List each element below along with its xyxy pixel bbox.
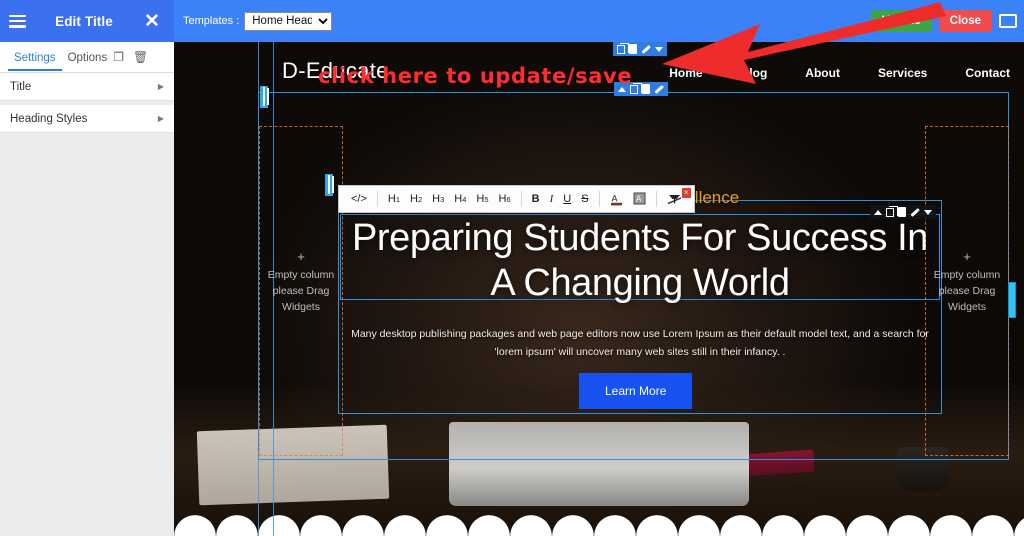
widget-toolbar-header[interactable] — [613, 42, 667, 56]
add-widget-icon[interactable]: + — [926, 249, 1008, 265]
strikethrough-button[interactable]: S — [576, 193, 593, 205]
editor-topbar: Templates : Home Header Update Close — [174, 0, 1024, 42]
toolbar-separator — [376, 191, 378, 207]
editor-sidebar: Edit Title ✕ Settings Options ❐ 🗑 Title … — [0, 0, 174, 536]
highlight-color-icon[interactable]: A — [628, 192, 651, 206]
nav-item-blog[interactable]: Blog — [741, 66, 768, 80]
columns-icon[interactable] — [260, 86, 268, 108]
empty-column-label: Empty column please Drag Widgets — [267, 269, 335, 313]
duplicate-icon[interactable]: ❐ — [113, 51, 124, 63]
delete-icon[interactable] — [629, 44, 637, 54]
annotation-text: click here to update/save — [318, 64, 633, 88]
nav-item-services[interactable]: Services — [878, 66, 927, 80]
heading-4-button[interactable]: H4 — [449, 193, 471, 205]
page-builder-app: Edit Title ✕ Settings Options ❐ 🗑 Title … — [0, 0, 1024, 536]
duplicate-icon[interactable] — [617, 42, 629, 54]
nav-item-contact[interactable]: Contact — [965, 66, 1010, 80]
toolbar-separator — [655, 191, 657, 207]
sidebar-title: Edit Title — [55, 13, 113, 29]
heading-3-button[interactable]: H3 — [427, 193, 449, 205]
rich-text-toolbar[interactable]: </> H1 H2 H3 H4 H5 H6 B I U S A A × — [325, 174, 695, 213]
chevron-right-icon: ▶ — [157, 82, 164, 91]
site-nav: Home Blog About Services Contact — [669, 66, 1010, 80]
add-widget-icon[interactable]: + — [260, 249, 342, 265]
source-code-button[interactable]: </> — [346, 193, 372, 205]
toolbar-separator — [598, 191, 600, 207]
sidebar-body: Title ▶ Heading Styles ▶ — [0, 73, 174, 536]
svg-text:A: A — [611, 194, 617, 204]
toolbar-separator — [520, 191, 522, 207]
italic-button[interactable]: I — [545, 193, 559, 205]
more-dropdown-icon[interactable] — [924, 209, 932, 215]
sidebar-header: Edit Title ✕ — [0, 0, 174, 42]
edit-icon[interactable] — [910, 207, 920, 217]
edit-icon[interactable] — [641, 44, 651, 54]
hero-subtext[interactable]: Many desktop publishing packages and web… — [340, 325, 940, 362]
monitor-icon[interactable] — [999, 14, 1017, 28]
tab-options[interactable]: Options — [62, 45, 114, 70]
hero-headline[interactable]: Preparing Students For Success In A Chan… — [340, 216, 940, 306]
more-dropdown-icon[interactable] — [655, 46, 663, 52]
sidebar-item-label: Title — [10, 80, 32, 93]
delete-icon[interactable] — [642, 84, 650, 94]
sidebar-tab-icons: ❐ 🗑 — [113, 51, 194, 63]
columns-glyph — [328, 175, 330, 194]
chevron-right-icon: ▶ — [157, 114, 164, 123]
move-up-icon[interactable] — [874, 209, 882, 215]
scalloped-divider — [174, 502, 1024, 536]
column-resize-handle[interactable] — [1008, 282, 1016, 318]
heading-1-button[interactable]: H1 — [383, 193, 405, 205]
columns-icon[interactable] — [325, 174, 333, 196]
nav-item-home[interactable]: Home — [669, 66, 702, 80]
tab-settings[interactable]: Settings — [8, 45, 62, 71]
duplicate-icon[interactable] — [886, 205, 898, 217]
topbar-actions: Update Close — [870, 10, 1018, 32]
heading-5-button[interactable]: H5 — [471, 193, 493, 205]
columns-glyph — [263, 87, 265, 106]
sidebar-item-label: Heading Styles — [10, 112, 88, 125]
delete-icon[interactable] — [898, 207, 906, 217]
edit-icon[interactable] — [654, 84, 664, 94]
templates-label: Templates : — [183, 15, 240, 27]
widget-toolbar-heading[interactable] — [870, 205, 936, 219]
learn-more-button[interactable]: Learn More — [579, 373, 693, 409]
template-select[interactable]: Home Header — [244, 11, 333, 31]
heading-6-button[interactable]: H6 — [494, 193, 516, 205]
underline-button[interactable]: U — [558, 193, 576, 205]
editor-canvas[interactable]: D-Educate Home Blog About Services Conta… — [174, 42, 1024, 536]
heading-2-button[interactable]: H2 — [405, 193, 427, 205]
close-icon[interactable]: ✕ — [142, 12, 162, 31]
empty-column-right[interactable]: + Empty column please Drag Widgets — [925, 126, 1009, 456]
sidebar-divider — [0, 133, 174, 137]
hamburger-icon[interactable] — [9, 14, 26, 28]
empty-column-label: Empty column please Drag Widgets — [933, 269, 1001, 313]
svg-text:A: A — [636, 195, 642, 204]
text-color-icon[interactable]: A — [605, 192, 628, 206]
nav-item-about[interactable]: About — [805, 66, 840, 80]
update-button[interactable]: Update — [870, 10, 932, 32]
bold-button[interactable]: B — [527, 193, 545, 205]
laptop-prop — [449, 422, 749, 506]
sidebar-item-heading-styles[interactable]: Heading Styles ▶ — [0, 105, 174, 133]
sidebar-tabs: Settings Options ❐ 🗑 — [0, 42, 174, 73]
sidebar-item-title[interactable]: Title ▶ — [0, 73, 174, 101]
close-button[interactable]: Close — [938, 10, 992, 32]
trash-icon[interactable]: 🗑 — [133, 51, 148, 63]
close-toolbar-icon[interactable]: × — [681, 188, 691, 198]
